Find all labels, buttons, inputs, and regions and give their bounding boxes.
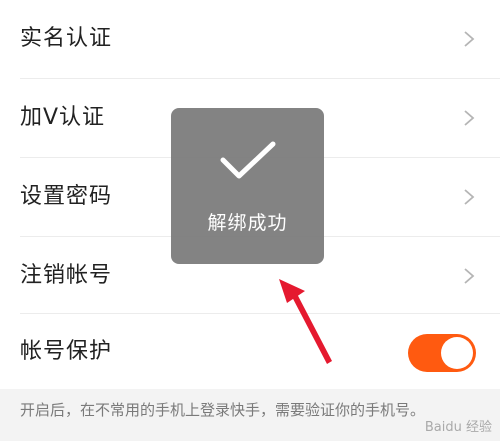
settings-item-account-protection: 帐号保护: [0, 314, 500, 389]
settings-item-label: 加V认证: [20, 105, 106, 130]
account-protection-toggle[interactable]: [408, 334, 476, 372]
chevron-right-icon: [464, 268, 475, 284]
chevron-right-icon: [464, 110, 475, 126]
footer-note: 开启后，在不常用的手机上登录快手，需要验证你的手机号。: [20, 401, 426, 419]
settings-item-real-name[interactable]: 实名认证: [0, 0, 500, 78]
watermark: Baidu 经验: [424, 420, 492, 435]
settings-item-label: 设置密码: [20, 184, 113, 209]
settings-item-label: 帐号保护: [20, 339, 113, 364]
settings-item-label: 注销帐号: [20, 263, 113, 288]
toast-message: 解绑成功: [207, 212, 288, 234]
checkmark-icon: [220, 141, 276, 179]
success-toast: 解绑成功: [171, 108, 324, 264]
settings-item-label: 实名认证: [20, 26, 113, 51]
chevron-right-icon: [464, 189, 475, 205]
chevron-right-icon: [464, 31, 475, 47]
toggle-knob: [441, 337, 473, 369]
